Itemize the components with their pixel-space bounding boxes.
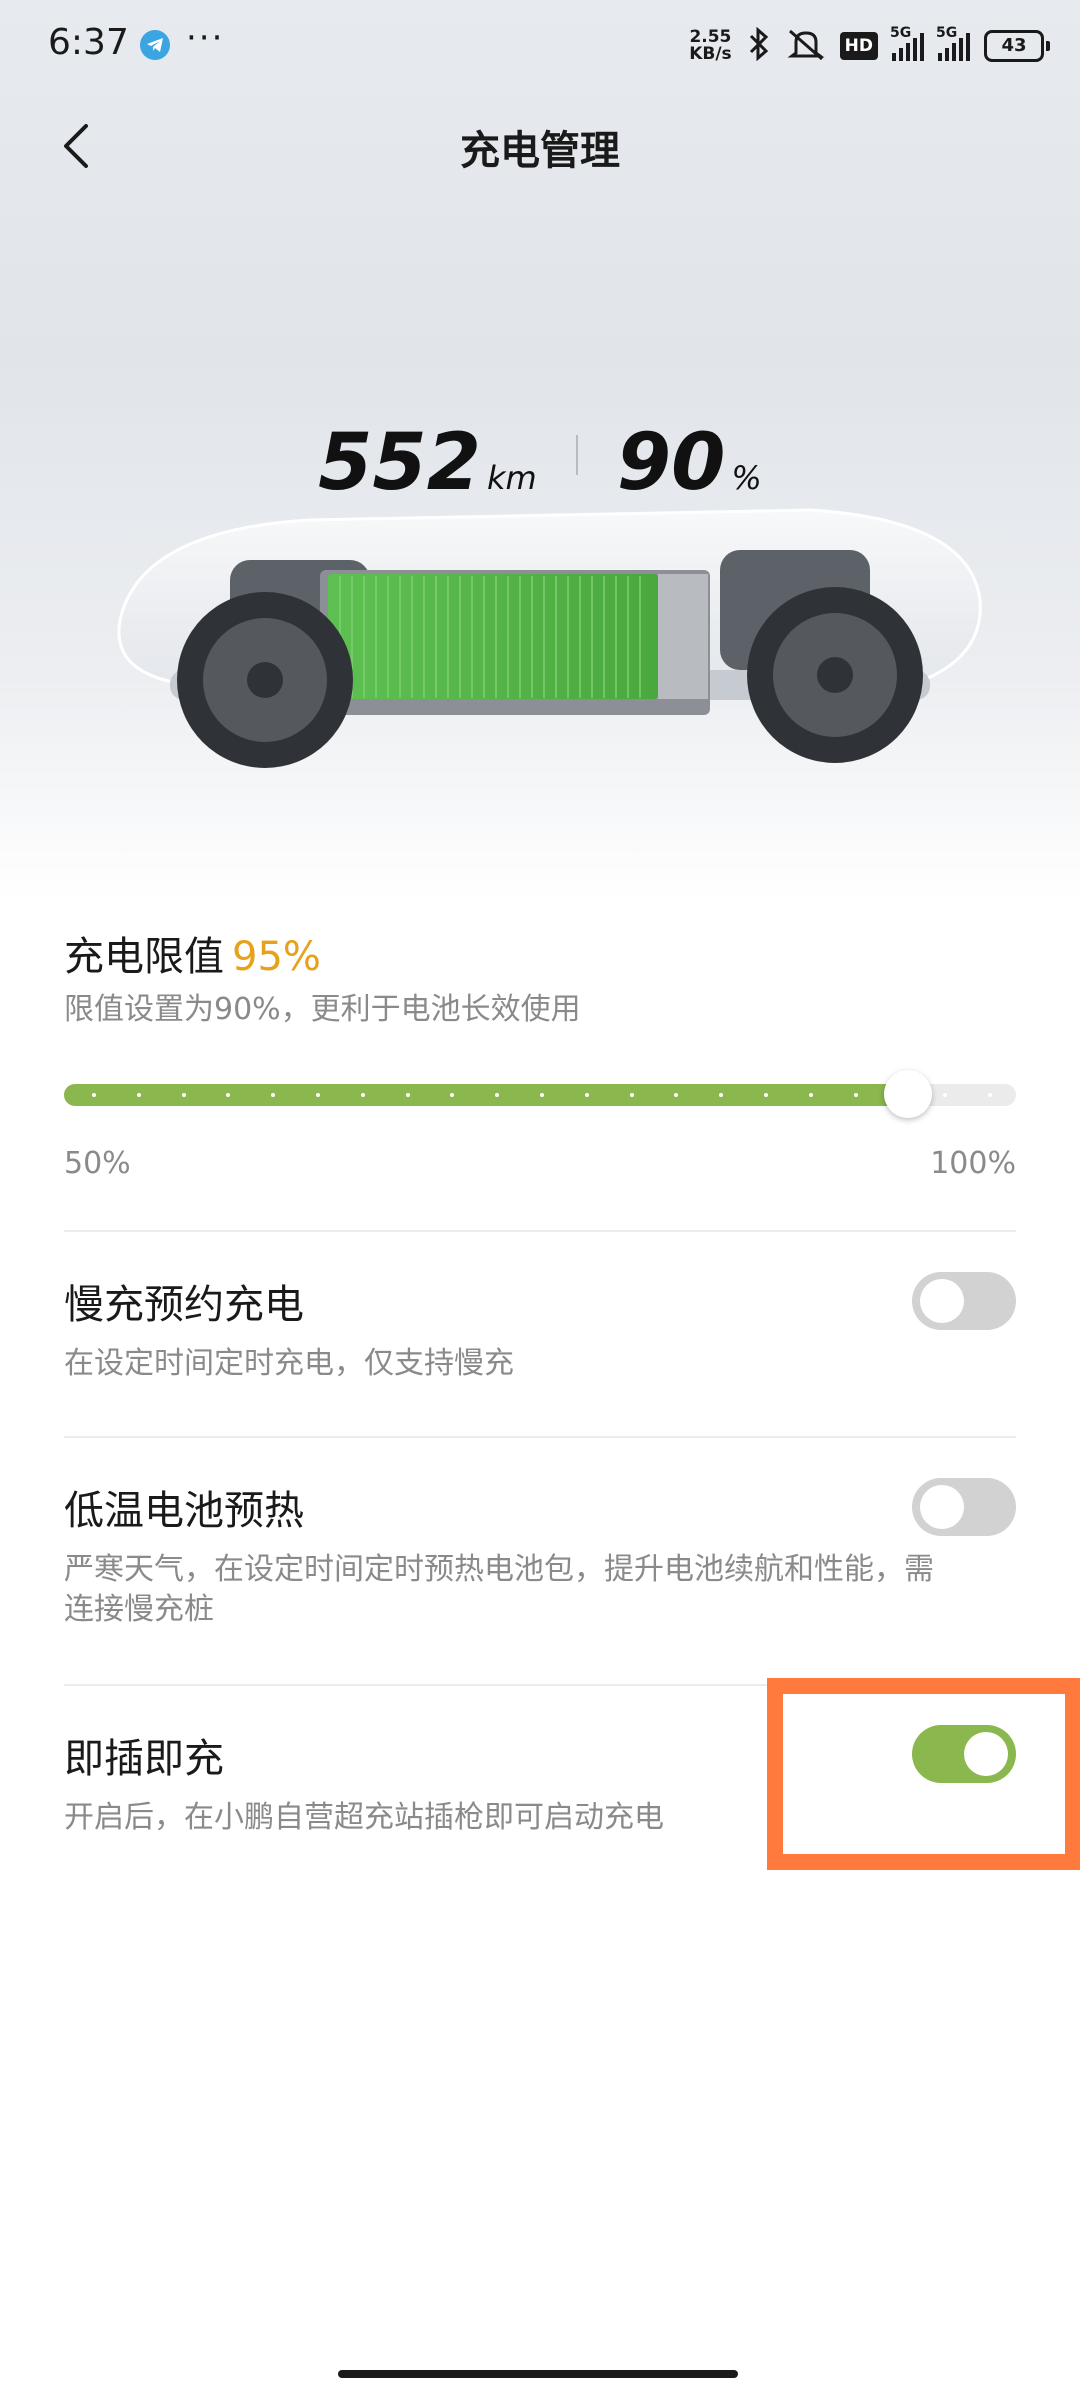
status-time: 6:37: [48, 22, 129, 63]
toggle-knob: [920, 1485, 964, 1529]
signal-icon-2: 5G: [936, 25, 970, 61]
net-type-1: 5G: [890, 25, 912, 41]
slider-tick: [495, 1093, 499, 1097]
slider-tick: [585, 1093, 589, 1097]
page-title: 充电管理: [460, 128, 620, 174]
network-speed: 2.55 KB/s: [689, 29, 731, 63]
battery-preheat-title: 低温电池预热: [64, 1488, 304, 1534]
status-bar: 6:37 ··· 2.55 KB/s HD 5G 5G 43: [0, 0, 1080, 92]
slow-charge-schedule-row: 慢充预约充电 在设定时间定时充电，仅支持慢充: [64, 1272, 1016, 1384]
slider-max-label: 100%: [930, 1146, 1016, 1181]
battery-preheat-row: 低温电池预热 严寒天气，在设定时间定时预热电池包，提升电池续航和性能，需 连接慢…: [64, 1478, 1016, 1630]
battery-icon: 43: [984, 30, 1050, 62]
slow-charge-desc: 在设定时间定时充电，仅支持慢充: [64, 1346, 514, 1381]
mute-icon: [786, 27, 826, 65]
divider: [64, 1436, 1016, 1438]
charge-limit-slider[interactable]: [64, 1070, 1016, 1118]
status-right: 2.55 KB/s HD 5G 5G 43: [689, 24, 1050, 68]
slider-tick: [316, 1093, 320, 1097]
slider-tick: [137, 1093, 141, 1097]
highlight-annotation-box: [767, 1678, 1080, 1870]
speed-unit: KB/s: [689, 44, 732, 64]
slider-tick: [182, 1093, 186, 1097]
slider-tick: [92, 1093, 96, 1097]
battery-preheat-desc-2: 连接慢充桩: [64, 1592, 214, 1627]
charge-limit-desc: 限值设置为90%，更利于电池长效使用: [64, 992, 581, 1027]
slider-tick: [943, 1093, 947, 1097]
more-notifications-icon: ···: [186, 18, 225, 58]
charge-limit-title: 充电限值: [64, 934, 224, 980]
charge-limit-title-row: 充电限值 95%: [64, 924, 1016, 982]
stats-divider: [575, 435, 578, 475]
slider-thumb[interactable]: [884, 1070, 932, 1118]
slider-tick: [226, 1093, 230, 1097]
slider-tick: [719, 1093, 723, 1097]
slider-tick: [406, 1093, 410, 1097]
charge-limit-value: 95%: [232, 934, 321, 980]
slider-tick: [540, 1093, 544, 1097]
battery-preheat-toggle[interactable]: [912, 1478, 1016, 1536]
charge-limit-section: 充电限值 95% 限值设置为90%，更利于电池长效使用: [64, 924, 1016, 1030]
slider-ticks: [64, 1084, 1016, 1106]
bluetooth-icon: [746, 26, 772, 65]
slow-charge-toggle[interactable]: [912, 1272, 1016, 1330]
slider-tick: [361, 1093, 365, 1097]
car-chassis-illustration: [117, 508, 982, 768]
battery-preheat-desc: 严寒天气，在设定时间定时预热电池包，提升电池续航和性能，需: [64, 1552, 934, 1587]
slow-charge-title: 慢充预约充电: [64, 1282, 304, 1328]
slider-tick: [271, 1093, 275, 1097]
divider: [64, 1230, 1016, 1232]
slider-tick: [988, 1093, 992, 1097]
slider-tick: [630, 1093, 634, 1097]
signal-icon: 5G: [890, 25, 924, 61]
hd-badge: HD: [839, 32, 878, 60]
telegram-icon: [140, 30, 170, 60]
slider-tick: [450, 1093, 454, 1097]
slider-tick: [809, 1093, 813, 1097]
toggle-knob: [920, 1279, 964, 1323]
home-indicator[interactable]: [338, 2370, 738, 2378]
slider-min-label: 50%: [64, 1146, 131, 1181]
slider-tick: [764, 1093, 768, 1097]
net-type-2: 5G: [936, 25, 958, 41]
slider-tick: [854, 1093, 858, 1097]
slider-tick: [674, 1093, 678, 1097]
